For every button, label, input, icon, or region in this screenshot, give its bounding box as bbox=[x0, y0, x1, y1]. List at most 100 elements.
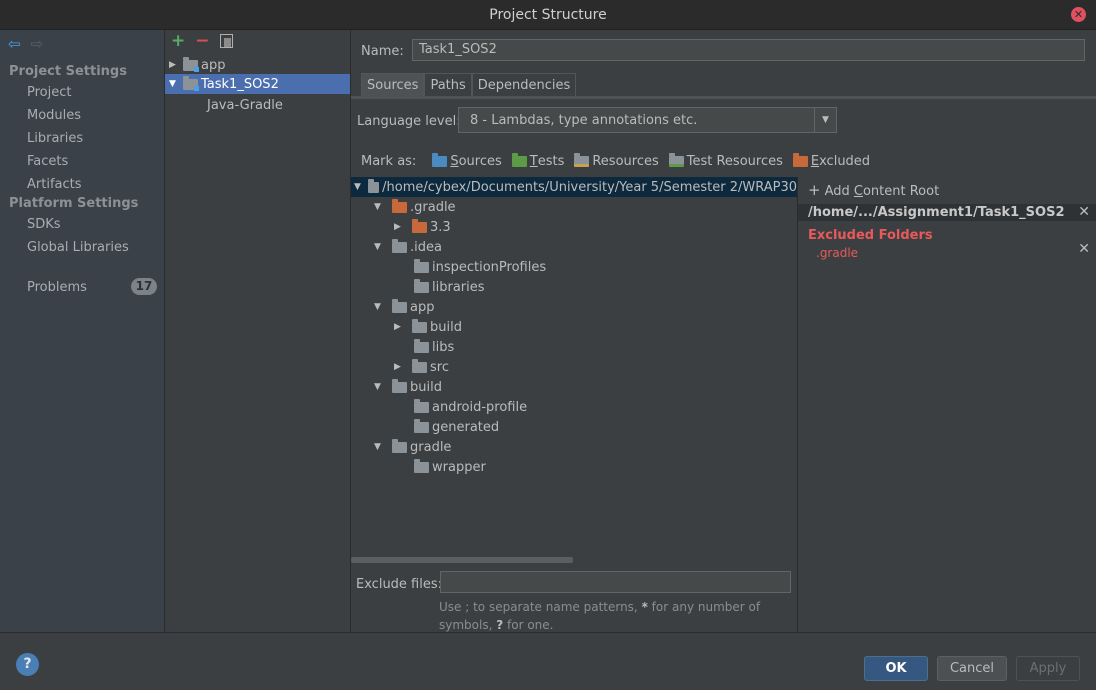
tab-paths[interactable]: Paths bbox=[424, 73, 472, 97]
tree-row[interactable]: android-profile bbox=[414, 397, 527, 417]
facet-label: Java-Gradle bbox=[207, 97, 283, 113]
exclude-files-label: Exclude files: bbox=[356, 577, 443, 592]
sidebar-item-facets[interactable]: Facets bbox=[27, 154, 68, 169]
folder-icon bbox=[412, 318, 427, 333]
tree-row[interactable]: ▼ build bbox=[374, 377, 442, 397]
module-folder-icon bbox=[183, 56, 199, 72]
tree-label: .gradle bbox=[410, 199, 456, 215]
sidebar-item-global-libraries[interactable]: Global Libraries bbox=[27, 240, 129, 255]
excluded-folder-icon bbox=[412, 218, 427, 233]
expand-arrow-icon[interactable]: ▶ bbox=[169, 60, 183, 70]
copy-icon[interactable] bbox=[219, 34, 233, 48]
tree-root-row[interactable]: ▼ /home/cybex/Documents/University/Year … bbox=[351, 177, 797, 197]
folder-icon bbox=[414, 258, 429, 273]
mark-resources-button[interactable]: Resources bbox=[574, 153, 659, 169]
module-label: app bbox=[201, 57, 226, 73]
plus-icon: + bbox=[808, 181, 821, 199]
collapse-arrow-icon[interactable]: ▼ bbox=[374, 442, 388, 452]
folder-icon bbox=[392, 378, 407, 393]
folder-icon bbox=[414, 338, 429, 353]
folder-icon bbox=[414, 418, 429, 433]
horizontal-scrollbar[interactable] bbox=[351, 557, 573, 563]
collapse-arrow-icon[interactable]: ▼ bbox=[169, 79, 183, 89]
sidebar-item-sdks[interactable]: SDKs bbox=[27, 217, 61, 232]
apply-button[interactable]: Apply bbox=[1016, 656, 1080, 681]
nav-arrows: ⇦ ⇨ bbox=[8, 35, 43, 53]
mark-tests-button[interactable]: Tests bbox=[511, 153, 564, 169]
facet-item-java-gradle[interactable]: Java-Gradle bbox=[207, 95, 283, 115]
cancel-button[interactable]: Cancel bbox=[937, 656, 1007, 681]
tree-row[interactable]: ▼ app bbox=[374, 297, 434, 317]
tree-row[interactable]: ▶ 3.3 bbox=[394, 217, 451, 237]
folder-icon bbox=[412, 358, 427, 373]
mark-sources-button[interactable]: Sources bbox=[432, 153, 502, 169]
remove-content-root-icon[interactable]: ✕ bbox=[1078, 204, 1090, 220]
chevron-down-icon[interactable]: ▼ bbox=[814, 108, 836, 132]
help-icon[interactable]: ? bbox=[16, 653, 39, 676]
language-level-select[interactable]: 8 - Lambdas, type annotations etc. ▼ bbox=[458, 107, 837, 133]
tree-row[interactable]: libs bbox=[414, 337, 454, 357]
module-item-task1-sos2[interactable]: ▼ Task1_SOS2 bbox=[165, 74, 350, 94]
tree-row[interactable]: ▼ .idea bbox=[374, 237, 442, 257]
sidebar-item-project[interactable]: Project bbox=[27, 85, 71, 100]
expand-arrow-icon[interactable]: ▶ bbox=[394, 322, 408, 332]
add-module-icon[interactable]: + bbox=[171, 31, 185, 51]
tree-row[interactable]: ▼ gradle bbox=[374, 437, 451, 457]
tree-label: build bbox=[410, 379, 442, 395]
title-bar: Project Structure ✕ bbox=[0, 0, 1096, 30]
tree-row[interactable]: ▶ src bbox=[394, 357, 449, 377]
module-item-app[interactable]: ▶ app bbox=[169, 55, 349, 75]
root-path-label: /home/cybex/Documents/University/Year 5/… bbox=[382, 179, 797, 195]
module-toolbar: + − bbox=[171, 31, 233, 51]
collapse-arrow-icon[interactable]: ▼ bbox=[374, 242, 388, 252]
ok-button[interactable]: OK bbox=[864, 656, 928, 681]
expand-arrow-icon[interactable]: ▶ bbox=[394, 362, 408, 372]
mark-as-label: Mark as: bbox=[361, 154, 417, 169]
language-level-label: Language level: bbox=[357, 114, 461, 129]
tree-row[interactable]: libraries bbox=[414, 277, 485, 297]
collapse-arrow-icon[interactable]: ▼ bbox=[374, 202, 388, 212]
module-list-pane: + − ▶ app ▼ Task1_SOS2 Java-Gradle bbox=[165, 30, 351, 632]
excluded-folder-icon bbox=[392, 198, 407, 213]
tree-label: generated bbox=[432, 419, 500, 435]
remove-module-icon[interactable]: − bbox=[195, 31, 209, 51]
content-root-path: /home/.../Assignment1/Task1_SOS2 bbox=[798, 204, 1096, 221]
add-content-root-button[interactable]: + Add Content Root bbox=[808, 181, 939, 199]
module-folder-icon bbox=[183, 75, 199, 91]
tree-label: 3.3 bbox=[430, 219, 451, 235]
tree-row[interactable]: wrapper bbox=[414, 457, 486, 477]
tree-row[interactable]: ▼ .gradle bbox=[374, 197, 456, 217]
module-name-input[interactable]: Task1_SOS2 bbox=[412, 39, 1085, 61]
folder-icon bbox=[392, 438, 407, 453]
folder-icon bbox=[392, 298, 407, 313]
dialog-button-bar: ? OK Cancel Apply bbox=[0, 632, 1096, 690]
settings-sidebar: ⇦ ⇨ Project Settings Project Modules Lib… bbox=[0, 30, 165, 632]
folder-icon bbox=[414, 398, 429, 413]
collapse-arrow-icon[interactable]: ▼ bbox=[374, 382, 388, 392]
collapse-arrow-icon[interactable]: ▼ bbox=[374, 302, 388, 312]
tree-row[interactable]: inspectionProfiles bbox=[414, 257, 546, 277]
folder-icon bbox=[414, 458, 429, 473]
tests-folder-icon bbox=[511, 153, 527, 167]
close-icon[interactable]: ✕ bbox=[1071, 7, 1086, 22]
mark-excluded-button[interactable]: Excluded bbox=[792, 153, 870, 169]
tree-label: gradle bbox=[410, 439, 452, 455]
sidebar-item-modules[interactable]: Modules bbox=[27, 108, 81, 123]
sidebar-item-artifacts[interactable]: Artifacts bbox=[27, 177, 82, 192]
sidebar-item-libraries[interactable]: Libraries bbox=[27, 131, 83, 146]
sidebar-item-problems[interactable]: Problems bbox=[27, 280, 87, 295]
test-resources-folder-icon bbox=[668, 153, 684, 167]
expand-arrow-icon[interactable]: ▶ bbox=[394, 222, 408, 232]
collapse-arrow-icon[interactable]: ▼ bbox=[354, 182, 364, 192]
mark-test-resources-button[interactable]: Test Resources bbox=[668, 153, 783, 169]
tree-label: inspectionProfiles bbox=[432, 259, 547, 275]
tab-dependencies[interactable]: Dependencies bbox=[471, 73, 577, 97]
tab-sources[interactable]: Sources bbox=[361, 73, 425, 97]
tree-row[interactable]: generated bbox=[414, 417, 499, 437]
remove-excluded-folder-icon[interactable]: ✕ bbox=[1078, 241, 1090, 257]
platform-settings-header: Platform Settings bbox=[9, 196, 139, 211]
back-arrow-icon[interactable]: ⇦ bbox=[8, 35, 21, 53]
exclude-files-input[interactable] bbox=[440, 571, 791, 593]
project-settings-header: Project Settings bbox=[9, 64, 127, 79]
tree-row[interactable]: ▶ build bbox=[394, 317, 462, 337]
